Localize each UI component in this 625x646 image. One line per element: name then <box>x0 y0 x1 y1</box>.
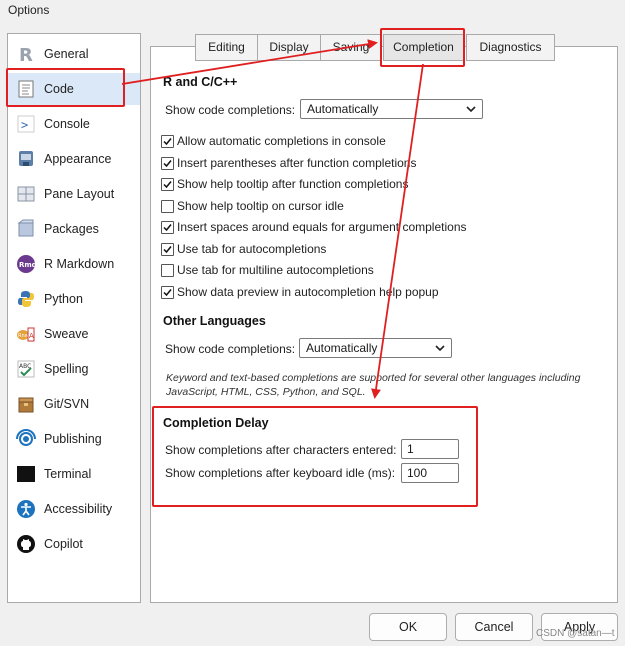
watermark: CSDN @satan—t <box>536 628 615 639</box>
arrow-completion-to-delay <box>371 63 424 399</box>
arrow-code-to-completion <box>121 39 378 85</box>
annotation-arrows <box>121 39 424 399</box>
